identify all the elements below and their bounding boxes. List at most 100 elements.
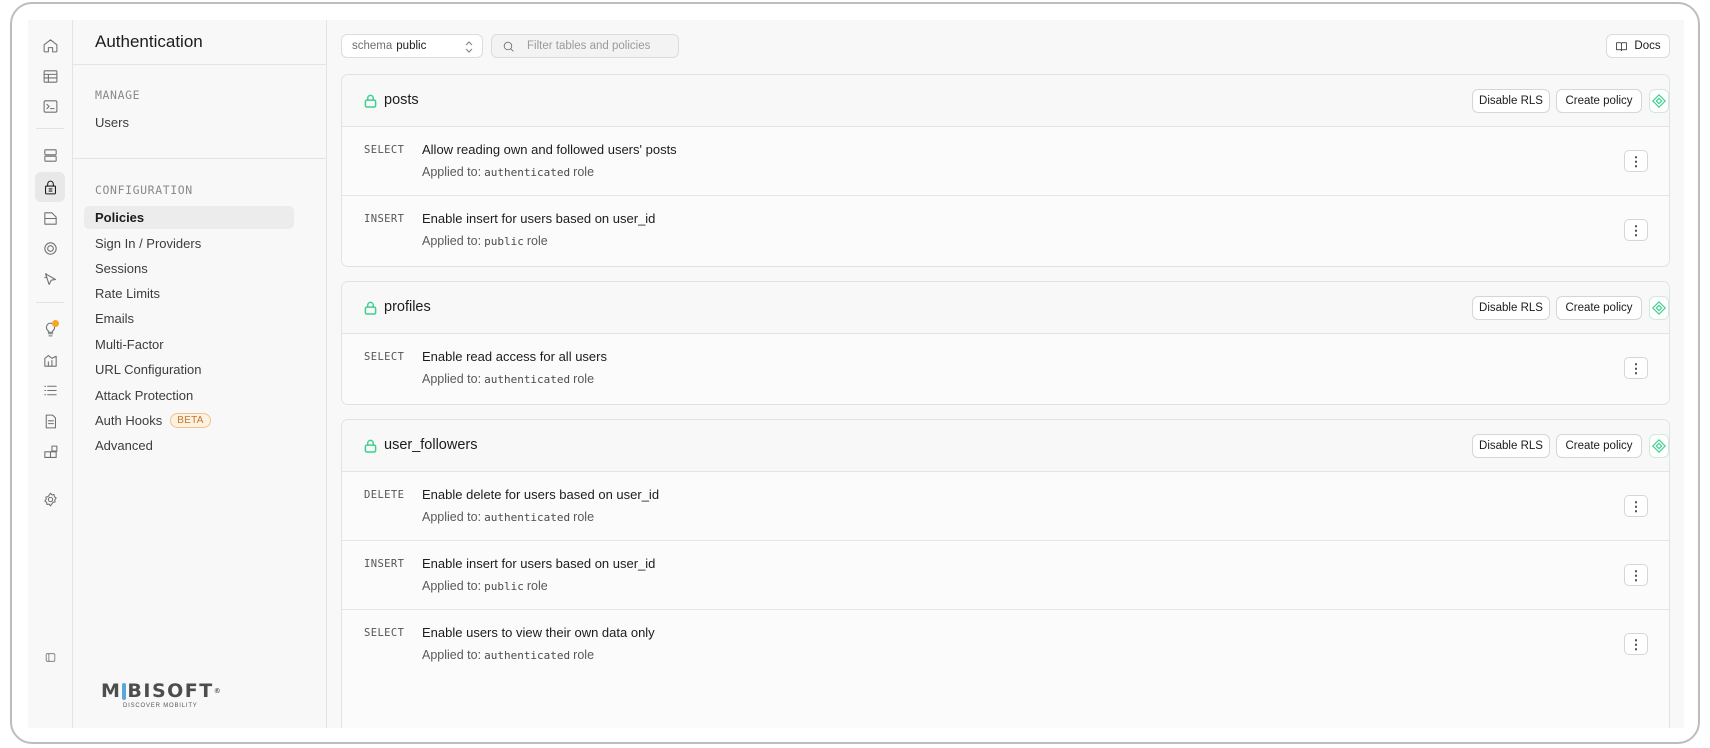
beta-badge: BETA [170,413,211,428]
create-policy-button[interactable]: Create policy [1556,434,1642,458]
sidebar-item-users[interactable]: Users [84,111,294,134]
sql-editor-icon[interactable] [35,91,65,121]
chevron-updown-icon [465,41,473,53]
integrations-icon[interactable] [35,437,65,467]
table-card-header: profiles Disable RLS Create policy [342,282,1669,334]
more-vertical-icon: ⋮ [1629,636,1643,652]
more-vertical-icon: ⋮ [1629,222,1643,238]
sidebar-item-label: Attack Protection [95,388,194,403]
disable-rls-button[interactable]: Disable RLS [1472,89,1550,113]
sidebar-item-label: Emails [95,311,135,326]
policy-more-button[interactable]: ⋮ [1624,495,1648,517]
database-icon[interactable] [35,140,65,170]
policy-role: authenticated [484,649,571,662]
policy-command: INSERT [364,213,405,225]
policy-row[interactable]: DELETE Enable delete for users based on … [342,472,1669,541]
authentication-icon[interactable] [35,172,65,202]
sidebar-item-emails[interactable]: Emails [84,307,294,330]
policy-row[interactable]: INSERT Enable insert for users based on … [342,541,1669,610]
policy-applied-to: Applied to: public role [422,579,548,593]
reports-icon[interactable] [35,345,65,375]
table-name: profiles [384,299,431,315]
advisors-icon[interactable] [35,314,65,344]
policies-main: schema public Filter tables and policies… [327,20,1684,728]
policy-role: authenticated [484,373,571,386]
sidebar-item-rate-limits[interactable]: Rate Limits [84,282,294,305]
sidebar-item-sessions[interactable]: Sessions [84,257,294,280]
policy-name: Enable users to view their own data only [422,625,655,640]
lock-icon [364,301,377,315]
docs-button[interactable]: Docs [1606,34,1670,58]
ai-assistant-button[interactable] [1649,296,1669,320]
policy-row[interactable]: SELECT Allow reading own and followed us… [342,127,1669,196]
create-policy-button[interactable]: Create policy [1556,89,1642,113]
realtime-icon[interactable] [35,233,65,263]
search-icon [503,41,514,52]
policy-applied-to: Applied to: authenticated role [422,648,595,662]
policy-more-button[interactable]: ⋮ [1624,633,1648,655]
policy-more-button[interactable]: ⋮ [1624,150,1648,172]
book-icon [1616,41,1628,51]
policy-row[interactable]: SELECT Enable read access for all users … [342,334,1669,403]
edge-functions-icon[interactable] [35,264,65,294]
lock-icon [364,94,377,108]
mobisoft-logo: M BISOFT ® DISCOVER MOBILITY [101,680,223,709]
ai-diamond-icon [1652,94,1666,108]
schema-label: schema [352,40,393,52]
policy-name: Enable read access for all users [422,349,607,364]
sidebar-item-label: Advanced [95,438,153,453]
filter-input[interactable]: Filter tables and policies [491,34,679,58]
ai-assistant-button[interactable] [1649,89,1669,113]
policy-applied-to: Applied to: authenticated role [422,372,595,386]
sidebar-toggle-icon[interactable] [35,642,65,672]
logs-icon[interactable] [35,375,65,405]
disable-rls-button[interactable]: Disable RLS [1472,434,1550,458]
advisor-dot [52,320,59,327]
policy-row[interactable]: SELECT Enable users to view their own da… [342,610,1669,679]
schema-select[interactable]: schema public [341,34,483,58]
docs-label: Docs [1634,40,1661,52]
sidebar-item-label: Rate Limits [95,286,161,301]
policy-role: public [484,235,524,248]
section-manage-label: MANAGE [95,88,141,102]
icon-rail [28,20,73,728]
more-vertical-icon: ⋮ [1629,360,1643,376]
policy-command: SELECT [364,351,405,363]
table-card-user-followers: user_followers Disable RLS Create policy… [341,419,1670,728]
ai-assistant-button[interactable] [1649,434,1669,458]
sidebar-item-multi-factor[interactable]: Multi-Factor [84,333,294,356]
sidebar-item-label: Sessions [95,261,148,276]
settings-icon[interactable] [35,484,65,514]
sidebar-item-policies[interactable]: Policies [84,206,294,229]
table-editor-icon[interactable] [35,61,65,91]
home-icon[interactable] [35,30,65,60]
sidebar-item-label: Policies [95,210,145,225]
api-docs-icon[interactable] [35,406,65,436]
sidebar-item-url-configuration[interactable]: URL Configuration [84,358,294,381]
storage-icon[interactable] [35,203,65,233]
policy-more-button[interactable]: ⋮ [1624,219,1648,241]
policy-row[interactable]: INSERT Enable insert for users based on … [342,196,1669,265]
policy-more-button[interactable]: ⋮ [1624,564,1648,586]
schema-value: public [396,40,427,52]
table-name: user_followers [384,437,478,453]
create-policy-button[interactable]: Create policy [1556,296,1642,320]
sidebar-item-sign-in-providers[interactable]: Sign In / Providers [84,232,294,255]
table-card-profiles: profiles Disable RLS Create policy SELEC… [341,281,1670,405]
sidebar-item-auth-hooks[interactable]: Auth Hooks BETA [84,409,294,432]
table-card-header: posts Disable RLS Create policy [342,75,1669,127]
disable-rls-button[interactable]: Disable RLS [1472,296,1550,320]
ai-diamond-icon [1652,439,1666,453]
filter-placeholder: Filter tables and policies [527,40,651,52]
policy-applied-to: Applied to: public role [422,234,548,248]
policy-command: DELETE [364,489,405,501]
policy-role: public [484,580,524,593]
policy-more-button[interactable]: ⋮ [1624,357,1648,379]
sidebar-item-advanced[interactable]: Advanced [84,434,294,457]
policy-applied-to: Applied to: authenticated role [422,510,595,524]
table-name: posts [384,92,419,108]
logo-tagline: DISCOVER MOBILITY [123,703,198,709]
sidebar-item-attack-protection[interactable]: Attack Protection [84,384,294,407]
toolbar: schema public Filter tables and policies… [341,34,1670,60]
sidebar-item-label: Multi-Factor [95,337,164,352]
